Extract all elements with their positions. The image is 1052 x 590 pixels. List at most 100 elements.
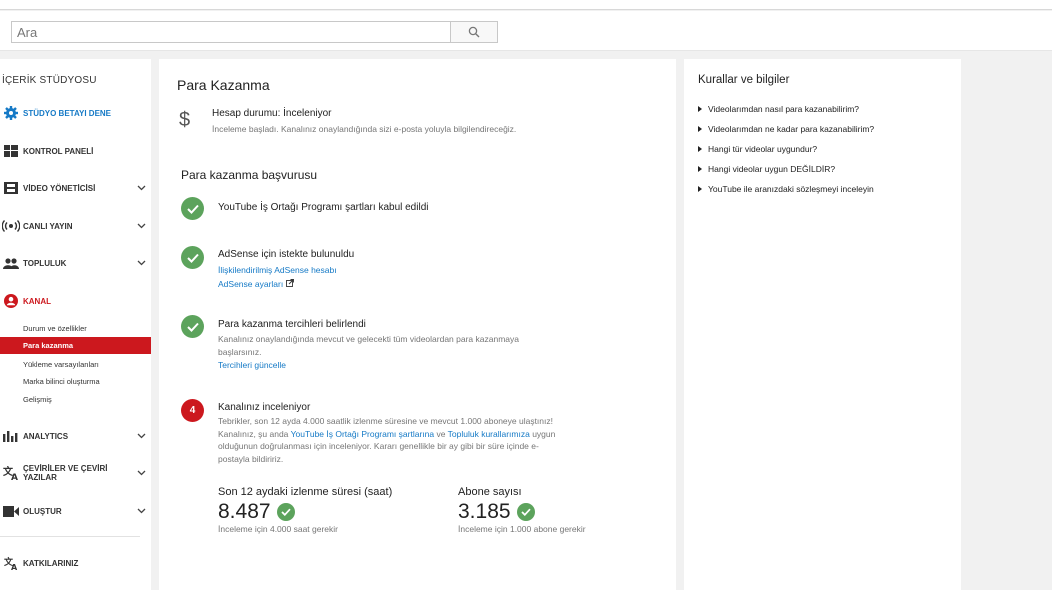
- subscriber-label: Abone sayısı: [458, 486, 522, 498]
- sidebar-item-community[interactable]: TOPLULUK: [0, 252, 151, 274]
- subscriber-note: İnceleme için 1.000 abone gerekir: [458, 524, 586, 534]
- review-text-2: ve: [434, 428, 448, 439]
- analytics-icon: [0, 430, 22, 442]
- sidebar: İÇERİK STÜDYOSU STÜDYO BETAYI DENE KONTR…: [0, 59, 151, 590]
- step-title: AdSense için istekte bulunuldu: [218, 249, 355, 260]
- sidebar-item-video-manager[interactable]: VİDEO YÖNETİCİSİ: [0, 177, 151, 199]
- contributions-icon: 文A: [0, 556, 22, 570]
- channel-sub-monetization[interactable]: Para kazanma: [0, 337, 151, 354]
- svg-text:A: A: [11, 563, 18, 570]
- chevron-down-icon[interactable]: [131, 223, 151, 229]
- sidebar-item-label: OLUŞTUR: [23, 506, 62, 516]
- rules-item-label: Videolarımdan ne kadar para kazanabiliri…: [708, 124, 875, 134]
- sidebar-divider: [0, 536, 140, 537]
- sidebar-item-label: ANALYTICS: [23, 431, 69, 441]
- community-icon: [0, 257, 22, 269]
- section-title: Para kazanma başvurusu: [181, 168, 318, 182]
- sidebar-item-translations[interactable]: 文A ÇEVİRİLER VE ÇEVİRİ YAZILAR: [0, 462, 151, 484]
- rules-item[interactable]: Hangi tür videolar uygundur?: [698, 144, 817, 154]
- chevron-down-icon[interactable]: [131, 260, 151, 266]
- sidebar-item-label: CANLI YAYIN: [23, 221, 73, 231]
- watch-time-label: Son 12 aydaki izlenme süresi (saat): [218, 486, 393, 498]
- svg-text:A: A: [11, 473, 18, 480]
- check-icon: [181, 315, 204, 338]
- triangle-right-icon: [698, 126, 702, 132]
- sidebar-item-channel[interactable]: KANAL: [0, 290, 151, 312]
- check-icon: [181, 246, 204, 269]
- main-panel: Para Kazanma $ Hesap durumu: İnceleniyor…: [159, 59, 676, 590]
- sidebar-item-label: VİDEO YÖNETİCİSİ: [23, 183, 96, 193]
- create-video-icon: [0, 505, 22, 517]
- check-icon: [516, 503, 535, 521]
- triangle-right-icon: [698, 146, 702, 152]
- step-body: Kanalınız onaylandığında mevcut ve gelec…: [218, 333, 563, 372]
- search-button[interactable]: [450, 21, 498, 43]
- rules-item-label: Hangi videolar uygun DEĞİLDİR?: [708, 164, 836, 174]
- check-icon: [181, 197, 204, 220]
- chevron-down-icon[interactable]: [131, 185, 151, 191]
- channel-icon: [0, 294, 22, 308]
- sidebar-item-label: TOPLULUK: [23, 258, 67, 268]
- search-input[interactable]: [11, 21, 450, 43]
- channel-sub-upload-defaults[interactable]: Yükleme varsayılanları: [0, 356, 151, 373]
- rules-item[interactable]: YouTube ile aranızdaki sözleşmeyi incele…: [698, 184, 874, 194]
- chevron-down-icon[interactable]: [131, 470, 151, 476]
- subscriber-metric: Abone sayısı 3.185 İnceleme için 1.000 a…: [458, 486, 588, 535]
- video-manager-icon: [0, 182, 22, 194]
- status-description: İnceleme başladı. Kanalınız onaylandığın…: [212, 124, 517, 134]
- dashboard-icon: [0, 145, 22, 157]
- partner-terms-link[interactable]: YouTube İş Ortağı Programı şartlarına: [291, 429, 434, 439]
- translate-icon: 文A: [0, 466, 22, 480]
- channel-sub-branding[interactable]: Marka bilinci oluşturma: [0, 373, 151, 390]
- rules-item[interactable]: Videolarımdan nasıl para kazanabilirim?: [698, 104, 859, 114]
- sidebar-item-label: KATKILARINIZ: [23, 558, 79, 568]
- subscriber-value: 3.185: [458, 500, 511, 523]
- community-guidelines-link[interactable]: Topluluk kurallarımıza: [448, 429, 530, 439]
- step-title: Para kazanma tercihleri belirlendi: [218, 319, 366, 330]
- triangle-right-icon: [698, 186, 702, 192]
- rules-item-label: Hangi tür videolar uygundur?: [708, 144, 818, 154]
- chevron-down-icon[interactable]: [131, 433, 151, 439]
- adsense-account-link[interactable]: İlişkilendirilmiş AdSense hesabı: [218, 263, 563, 277]
- step-number-badge: 4: [181, 399, 204, 422]
- search-bar: [0, 11, 1052, 51]
- page-title: Para Kazanma: [177, 77, 270, 93]
- sidebar-item-contributions[interactable]: 文A KATKILARINIZ: [0, 552, 151, 574]
- sidebar-item-studio-beta[interactable]: STÜDYO BETAYI DENE: [0, 102, 151, 124]
- sidebar-item-live[interactable]: CANLI YAYIN: [0, 215, 151, 237]
- sidebar-item-analytics[interactable]: ANALYTICS: [0, 425, 151, 447]
- external-link-icon: [285, 279, 294, 287]
- rules-item[interactable]: Videolarımdan ne kadar para kazanabiliri…: [698, 124, 874, 134]
- search-icon: [468, 26, 480, 38]
- check-icon: [276, 503, 295, 521]
- sidebar-item-create[interactable]: OLUŞTUR: [0, 500, 151, 522]
- rules-item-label: Videolarımdan nasıl para kazanabilirim?: [708, 104, 860, 114]
- channel-sub-status[interactable]: Durum ve özellikler: [0, 320, 151, 337]
- step-body: Tebrikler, son 12 ayda 4.000 saatlik izl…: [218, 415, 563, 465]
- update-preferences-link[interactable]: Tercihleri güncelle: [218, 358, 563, 372]
- sidebar-item-label: ÇEVİRİLER VE ÇEVİRİ YAZILAR: [23, 464, 108, 482]
- gear-icon: [0, 105, 22, 121]
- top-strip: [0, 0, 1052, 10]
- step-title: YouTube İş Ortağı Programı şartları kabu…: [218, 202, 429, 213]
- watch-time-metric: Son 12 aydaki izlenme süresi (saat) 8.48…: [218, 486, 392, 535]
- sidebar-item-dashboard[interactable]: KONTROL PANELİ: [0, 140, 151, 162]
- live-broadcast-icon: [0, 220, 22, 232]
- channel-sub-advanced[interactable]: Gelişmiş: [0, 391, 151, 408]
- adsense-settings-link[interactable]: AdSense ayarları: [218, 277, 563, 291]
- triangle-right-icon: [698, 166, 702, 172]
- adsense-settings-label: AdSense ayarları: [218, 279, 284, 289]
- rules-item[interactable]: Hangi videolar uygun DEĞİLDİR?: [698, 164, 835, 174]
- chevron-down-icon[interactable]: [131, 508, 151, 514]
- sidebar-item-label: KONTROL PANELİ: [23, 146, 94, 156]
- step-description: Kanalınız onaylandığında mevcut ve gelec…: [218, 334, 519, 357]
- step-title: Kanalınız inceleniyor: [218, 402, 311, 413]
- sidebar-title: İÇERİK STÜDYOSU: [2, 75, 97, 86]
- watch-time-note: İnceleme için 4.000 saat gerekir: [218, 524, 339, 534]
- rules-panel: Kurallar ve bilgiler Videolarımdan nasıl…: [684, 59, 961, 590]
- status-title: Hesap durumu: İnceleniyor: [212, 108, 332, 119]
- step-body: İlişkilendirilmiş AdSense hesabı AdSense…: [218, 263, 563, 291]
- dollar-icon: $: [179, 109, 191, 131]
- triangle-right-icon: [698, 106, 702, 112]
- sidebar-item-label: STÜDYO BETAYI DENE: [23, 108, 112, 118]
